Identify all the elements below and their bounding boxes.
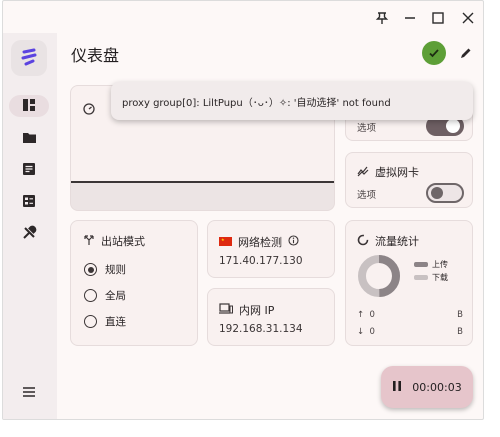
svg-text:★: ★ [221,237,225,242]
legend-upload: 上传 [414,259,448,270]
virtual-nic-option: 选项 [357,190,377,201]
outbound-mode-card: 出站模式 规则 全局 直连 [70,220,198,346]
page-title: 仪表盘 [71,46,120,65]
upload-row: ↑ 0 B [357,310,463,320]
switch-knob [431,187,443,199]
upload-value-group: ↑ 0 [357,310,375,320]
notes-icon [22,161,36,180]
system-proxy-option: 选项 [357,123,377,134]
arrow-down-icon: ↓ [357,327,365,337]
traffic-stats-label: 流量统计 [375,235,419,248]
close-icon[interactable] [457,7,479,29]
menu-icon [22,383,36,402]
sidebar-item-proxies[interactable] [9,159,49,181]
virtual-nic-label: 虚拟网卡 [375,166,419,179]
sidebar-item-dashboard[interactable] [9,95,49,117]
legend-upload-label: 上传 [432,260,448,269]
pin-icon[interactable] [371,7,393,29]
folder-icon [22,129,37,148]
check-icon[interactable] [422,41,446,65]
info-icon[interactable] [288,235,299,249]
download-unit: B [457,327,463,337]
download-value-group: ↓ 0 [357,327,375,337]
flag-icon: ★ [219,236,232,249]
network-check-card: ★ 网络检测 171.40.177.130 [207,220,335,278]
radio-selected [84,263,97,276]
sidebar-item-logs[interactable] [9,191,49,213]
timer-fab[interactable]: 00:00:03 [381,366,473,408]
title-bar [3,1,483,33]
sidebar-item-tools[interactable] [9,223,49,245]
mode-option-label: 规则 [105,264,126,276]
network-check-title: ★ 网络检测 [219,234,299,250]
traffic-stats-card: 流量统计 上传 下载 ↑ 0 B ↓ 0 B [345,220,473,346]
arrow-up-icon: ↑ [357,310,365,320]
mode-option-label: 直连 [105,316,126,328]
mode-option-global[interactable]: 全局 [84,288,126,303]
legend-swatch-download [414,275,428,280]
error-toast: proxy group[0]: LiltPupu（･ᴗ･）✧: '自动选择' n… [111,82,473,120]
upload-unit: B [457,310,463,320]
route-icon [83,234,95,249]
radio-unselected [84,289,97,302]
app-logo [11,40,47,76]
mode-option-label: 全局 [105,290,126,302]
intranet-ip-title: 内网 IP [219,302,274,318]
legend-download-label: 下载 [432,273,448,282]
dashboard-icon [22,97,36,116]
outbound-mode-label: 出站模式 [101,235,145,248]
intranet-ip-value: 192.168.31.134 [219,323,303,335]
switch-knob [446,119,460,133]
list-icon [22,193,36,212]
donut-icon [357,234,369,249]
virtual-nic-card: 虚拟网卡 选项 [345,152,473,208]
traffic-donut-chart [358,255,400,297]
timer-value: 00:00:03 [412,380,462,394]
menu-button[interactable] [9,381,49,403]
radio-unselected [84,315,97,328]
virtual-nic-switch[interactable] [426,183,464,203]
minimize-icon[interactable] [399,7,421,29]
upload-value: 0 [369,310,375,320]
tools-icon [22,225,37,244]
app-window: 仪表盘 选项 虚拟网卡 选项 出站模式 规则 全局 直连 ★ 网络检测 171.… [2,0,484,420]
edit-icon[interactable] [454,41,478,65]
outbound-mode-title: 出站模式 [83,233,145,249]
network-check-label: 网络检测 [238,236,282,249]
download-value: 0 [369,327,375,337]
mode-option-direct[interactable]: 直连 [84,314,126,329]
sidebar [3,33,57,419]
intranet-ip-card: 内网 IP 192.168.31.134 [207,288,335,346]
speed-chart-area [70,183,335,211]
download-row: ↓ 0 B [357,327,463,337]
legend-download: 下载 [414,272,448,283]
legend-swatch-upload [414,262,428,267]
intranet-ip-label: 内网 IP [239,304,275,317]
pause-icon [392,380,402,395]
network-check-ip: 171.40.177.130 [219,255,303,267]
virtual-nic-title: 虚拟网卡 [357,164,419,180]
speed-icon [83,100,95,119]
maximize-icon[interactable] [427,7,449,29]
toast-message: proxy group[0]: LiltPupu（･ᴗ･）✧: '自动选择' n… [122,97,391,109]
sidebar-item-profiles[interactable] [9,127,49,149]
computer-icon [219,303,233,317]
mode-option-rule[interactable]: 规则 [84,262,126,277]
traffic-stats-title: 流量统计 [357,233,419,249]
nic-icon [357,165,369,180]
